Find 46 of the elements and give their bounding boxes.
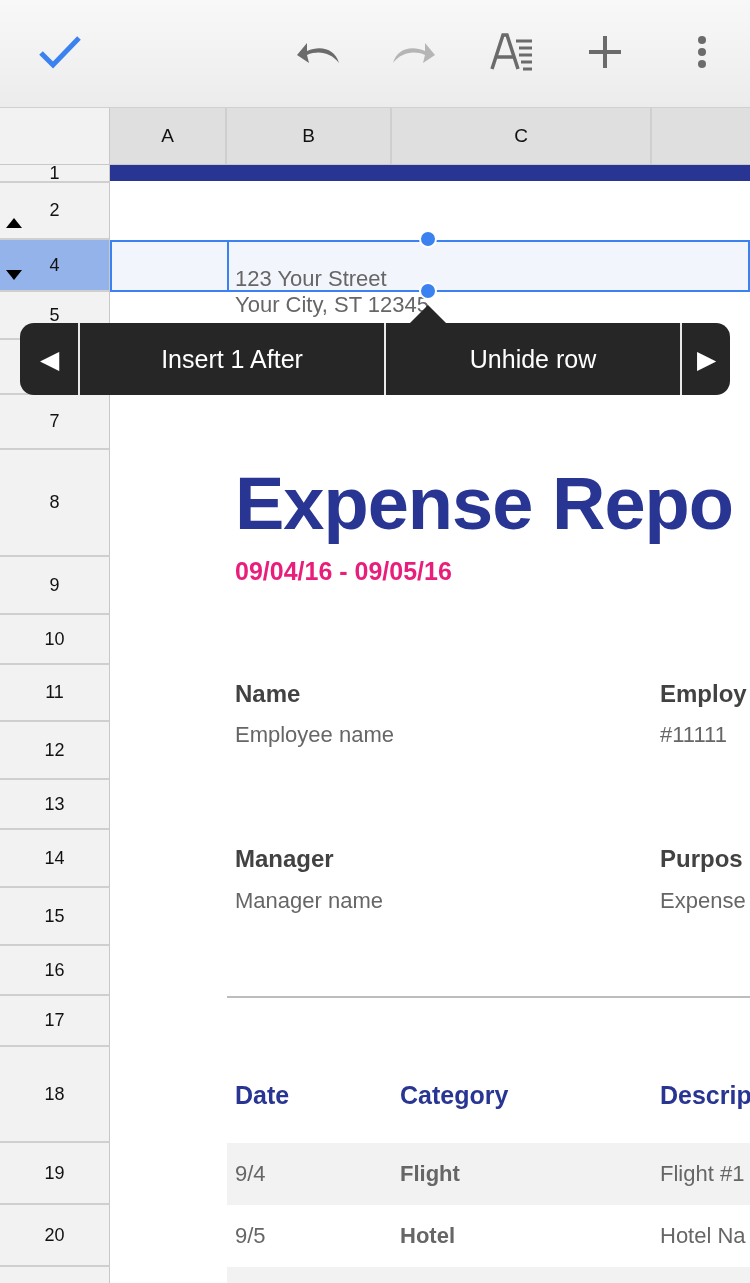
field-value: Expense [660, 888, 746, 914]
next-button[interactable]: ▶ [682, 323, 730, 395]
field-value: #11111 [660, 722, 727, 748]
row-header[interactable]: 20 [0, 1205, 110, 1267]
field-value: Manager name [235, 888, 383, 914]
menu-item[interactable]: Insert 1 After [80, 323, 386, 395]
plus-icon [588, 35, 622, 69]
row-header[interactable]: 13 [0, 780, 110, 830]
report-title: Expense Repo [235, 461, 733, 546]
field-label: Employ [660, 679, 747, 708]
row-header[interactable]: 1 [0, 165, 110, 183]
row-header[interactable]: 19 [0, 1143, 110, 1205]
table-cell: Flight [400, 1161, 460, 1187]
row-header[interactable]: 12 [0, 722, 110, 780]
row-header[interactable]: 9 [0, 557, 110, 615]
date-range: 09/04/16 - 09/05/16 [235, 557, 452, 586]
selected-cells[interactable]: 123 Your Street [110, 240, 750, 292]
field-value: Employee name [235, 722, 394, 748]
table-header: Date [235, 1080, 290, 1110]
field-label: Manager [235, 845, 334, 873]
row-header[interactable]: 11 [0, 665, 110, 722]
row-header[interactable]: 4 [0, 240, 110, 292]
more-icon [697, 35, 707, 69]
previous-button[interactable]: ◀ [20, 323, 80, 395]
table-cell: Flight #1 [660, 1161, 745, 1187]
table-cell: Hotel Na [660, 1223, 746, 1249]
row-header[interactable]: 15 [0, 888, 110, 946]
field-label: Name [235, 679, 301, 708]
checkmark-icon [38, 34, 82, 70]
table-header: Descrip [660, 1080, 750, 1110]
text-format-icon [490, 33, 534, 71]
row-header[interactable]: 18 [0, 1047, 110, 1143]
row-header[interactable]: 10 [0, 615, 110, 665]
table-header: Category [400, 1080, 509, 1110]
menu-item[interactable]: Unhide row [386, 323, 682, 395]
table-cell: Hotel [400, 1223, 455, 1249]
address-line: 123 Your Street [235, 266, 387, 292]
row-header[interactable]: 16 [0, 946, 110, 996]
row-header[interactable]: 8 [0, 450, 110, 557]
row-header[interactable]: 7 [0, 395, 110, 450]
table-cell: 9/5 [235, 1223, 266, 1249]
row-header[interactable]: 14 [0, 830, 110, 888]
row-header[interactable]: 17 [0, 996, 110, 1047]
field-label: Purpos [660, 845, 743, 873]
row-header[interactable]: 2 [0, 183, 110, 240]
table-cell: 9/4 [235, 1161, 266, 1187]
